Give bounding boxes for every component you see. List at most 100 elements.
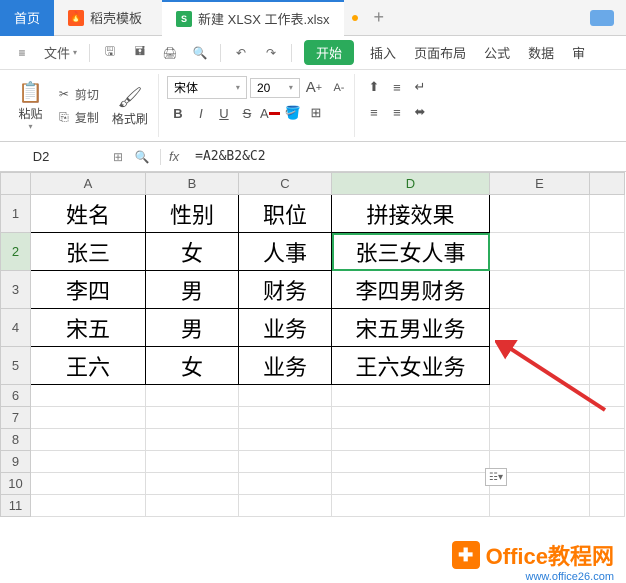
ribbon-tab-page-layout[interactable]: 页面布局 <box>406 39 474 66</box>
ribbon-tab-insert[interactable]: 插入 <box>362 39 404 66</box>
cell-c7[interactable] <box>239 407 332 429</box>
row-header-11[interactable]: 11 <box>1 495 31 517</box>
cell-a7[interactable] <box>31 407 146 429</box>
cell-c5[interactable]: 业务 <box>239 347 332 385</box>
tab-current-file[interactable]: S 新建 XLSX 工作表.xlsx <box>162 0 343 36</box>
cell-e7[interactable] <box>490 407 590 429</box>
cell-c10[interactable] <box>239 473 332 495</box>
cell-b6[interactable] <box>146 385 239 407</box>
cell-b2[interactable]: 女 <box>146 233 239 271</box>
cell-d2[interactable]: 张三女人事 <box>332 233 490 271</box>
paste-button[interactable]: 📋 粘贴 ▾ <box>12 76 49 135</box>
cell-f8[interactable] <box>590 429 625 451</box>
bold-button[interactable]: B <box>167 102 189 124</box>
cell-e11[interactable] <box>490 495 590 517</box>
cell-d8[interactable] <box>332 429 490 451</box>
cell-f6[interactable] <box>590 385 625 407</box>
cell-b7[interactable] <box>146 407 239 429</box>
col-header-d[interactable]: D <box>332 173 490 195</box>
row-header-7[interactable]: 7 <box>1 407 31 429</box>
save-as-button[interactable]: 🖬 <box>126 41 154 65</box>
cell-a5[interactable]: 王六 <box>31 347 146 385</box>
ribbon-tab-data[interactable]: 数据 <box>520 39 562 66</box>
tab-home[interactable]: 首页 <box>0 0 54 36</box>
copy-button[interactable]: ⎘复制 <box>52 107 103 128</box>
underline-button[interactable]: U <box>213 102 235 124</box>
cell-e8[interactable] <box>490 429 590 451</box>
cell-a2[interactable]: 张三 <box>31 233 146 271</box>
select-all-corner[interactable] <box>1 173 31 195</box>
search-icon[interactable]: 🔍 <box>134 149 150 165</box>
cell-b8[interactable] <box>146 429 239 451</box>
cell-f1[interactable] <box>590 195 625 233</box>
cell-f4[interactable] <box>590 309 625 347</box>
cell-e5[interactable] <box>490 347 590 385</box>
cell-f7[interactable] <box>590 407 625 429</box>
row-header-10[interactable]: 10 <box>1 473 31 495</box>
cell-c9[interactable] <box>239 451 332 473</box>
decrease-font-button[interactable]: A- <box>328 77 350 99</box>
cell-c6[interactable] <box>239 385 332 407</box>
cell-c1[interactable]: 职位 <box>239 195 332 233</box>
cell-d9[interactable] <box>332 451 490 473</box>
cell-f5[interactable] <box>590 347 625 385</box>
cell-d4[interactable]: 宋五男业务 <box>332 309 490 347</box>
cell-d1[interactable]: 拼接效果 <box>332 195 490 233</box>
cloud-icon[interactable] <box>590 10 614 26</box>
ribbon-tab-start[interactable]: 开始 <box>304 40 354 65</box>
cell-d7[interactable] <box>332 407 490 429</box>
align-left-button[interactable]: ≡ <box>363 101 385 123</box>
cell-e6[interactable] <box>490 385 590 407</box>
row-header-2[interactable]: 2 <box>1 233 31 271</box>
cell-f9[interactable] <box>590 451 625 473</box>
cell-b3[interactable]: 男 <box>146 271 239 309</box>
tab-docer[interactable]: 🔥 稻壳模板 <box>54 0 156 36</box>
cell-c3[interactable]: 财务 <box>239 271 332 309</box>
row-header-4[interactable]: 4 <box>1 309 31 347</box>
row-header-1[interactable]: 1 <box>1 195 31 233</box>
cell-d6[interactable] <box>332 385 490 407</box>
cut-button[interactable]: ✂剪切 <box>52 84 103 105</box>
cell-a4[interactable]: 宋五 <box>31 309 146 347</box>
table-icon[interactable]: ⊞ <box>110 149 126 165</box>
cell-f11[interactable] <box>590 495 625 517</box>
increase-font-button[interactable]: A+ <box>303 77 325 99</box>
font-color-button[interactable]: A <box>259 102 281 124</box>
strikethrough-button[interactable]: S <box>236 102 258 124</box>
wrap-text-button[interactable]: ↵ <box>409 76 431 98</box>
col-header-b[interactable]: B <box>146 173 239 195</box>
cell-d5[interactable]: 王六女业务 <box>332 347 490 385</box>
align-middle-button[interactable]: ≡ <box>386 76 408 98</box>
cell-d11[interactable] <box>332 495 490 517</box>
name-box[interactable]: D2 <box>0 149 100 164</box>
row-header-5[interactable]: 5 <box>1 347 31 385</box>
paste-options-button[interactable]: ☷▾ <box>485 468 507 486</box>
cell-c8[interactable] <box>239 429 332 451</box>
cell-e3[interactable] <box>490 271 590 309</box>
cell-c2[interactable]: 人事 <box>239 233 332 271</box>
cell-c4[interactable]: 业务 <box>239 309 332 347</box>
cell-f10[interactable] <box>590 473 625 495</box>
cell-a3[interactable]: 李四 <box>31 271 146 309</box>
app-menu-button[interactable]: ≡ <box>8 41 36 65</box>
cell-a8[interactable] <box>31 429 146 451</box>
cell-b9[interactable] <box>146 451 239 473</box>
file-menu[interactable]: 文件▾ <box>38 39 83 66</box>
cell-e4[interactable] <box>490 309 590 347</box>
format-painter-button[interactable]: 🖌 格式刷 <box>106 81 154 131</box>
col-header-c[interactable]: C <box>239 173 332 195</box>
col-header-e[interactable]: E <box>490 173 590 195</box>
merge-button[interactable]: ⬌ <box>409 101 431 123</box>
align-top-button[interactable]: ⬆ <box>363 76 385 98</box>
cell-c11[interactable] <box>239 495 332 517</box>
row-header-6[interactable]: 6 <box>1 385 31 407</box>
font-name-select[interactable]: 宋体▾ <box>167 76 247 99</box>
grid[interactable]: A B C D E 1 姓名 性别 职位 拼接效果 2 张三 女 人事 张三女人… <box>0 172 625 517</box>
redo-button[interactable]: ↷ <box>257 41 285 65</box>
cell-a10[interactable] <box>31 473 146 495</box>
print-preview-button[interactable]: 🔍 <box>186 41 214 65</box>
cell-a9[interactable] <box>31 451 146 473</box>
cell-d3[interactable]: 李四男财务 <box>332 271 490 309</box>
new-tab-button[interactable]: + <box>374 7 385 28</box>
cell-b11[interactable] <box>146 495 239 517</box>
